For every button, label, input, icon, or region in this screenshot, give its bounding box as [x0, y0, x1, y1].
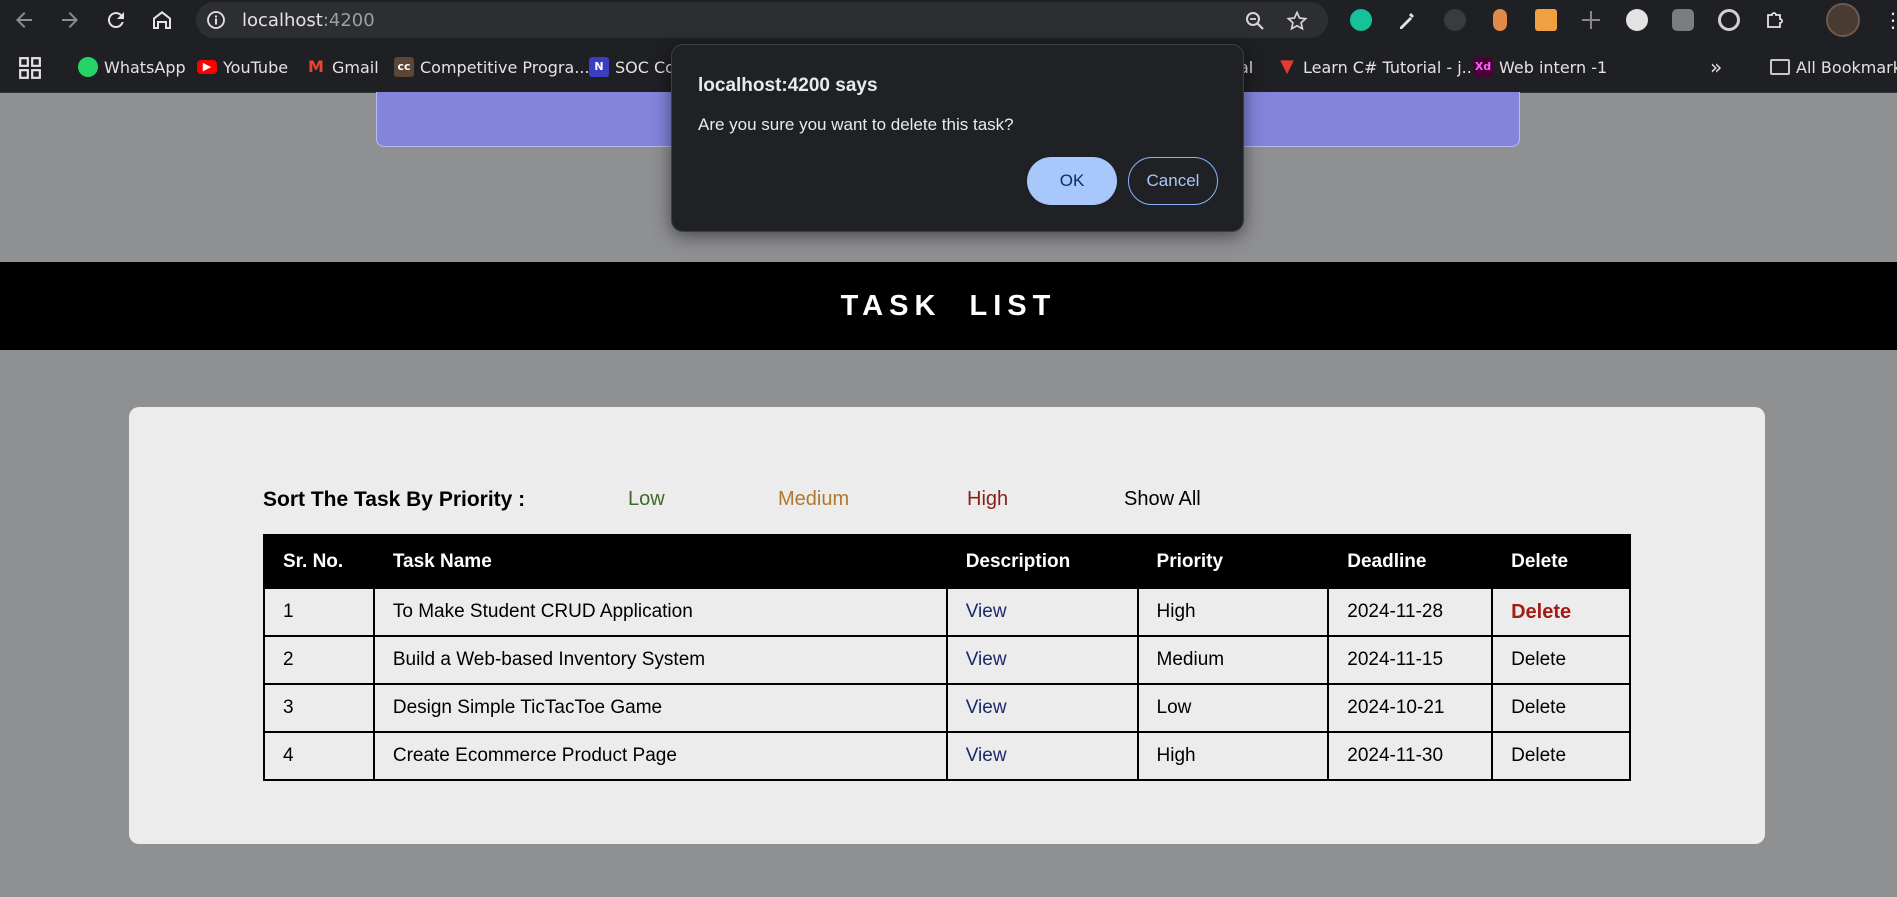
view-description-link[interactable]: View [966, 745, 1007, 766]
table-header-row: Sr. No. Task Name Description Priority D… [263, 534, 1631, 589]
cell-sr-no: 3 [263, 683, 375, 733]
extension-icon[interactable] [1626, 9, 1648, 31]
notion-icon: N [589, 57, 609, 77]
filter-show-all-button[interactable]: Show All [1124, 488, 1201, 511]
cell-priority: Medium [1136, 635, 1330, 685]
header-delete: Delete [1491, 534, 1631, 589]
bookmark-learn-csharp[interactable]: ▼ Learn C# Tutorial - j... [1277, 56, 1477, 78]
puzzle-icon[interactable] [1764, 9, 1786, 31]
site-info-icon[interactable] [206, 10, 226, 30]
bookmark-competitive-programming[interactable]: cc Competitive Progra... [394, 56, 590, 78]
cell-sr-no: 4 [263, 731, 375, 781]
menu-kebab-icon[interactable]: ⋮ [1883, 8, 1897, 32]
more-bookmarks-chevron-icon[interactable]: » [1710, 55, 1722, 79]
cell-priority: High [1136, 587, 1330, 637]
crosshair-icon[interactable] [1580, 9, 1602, 31]
cell-deadline: 2024-11-30 [1327, 731, 1494, 781]
cell-priority: High [1136, 731, 1330, 781]
filter-medium-button[interactable]: Medium [778, 488, 849, 511]
task-table: Sr. No. Task Name Description Priority D… [263, 534, 1631, 781]
apps-grid-icon[interactable] [18, 56, 41, 79]
header-description: Description [945, 534, 1139, 589]
cell-deadline: 2024-10-21 [1327, 683, 1494, 733]
cell-sr-no: 2 [263, 635, 375, 685]
cell-task-name: To Make Student CRUD Application [372, 587, 948, 637]
target-icon[interactable] [1718, 9, 1740, 31]
cell-task-name: Build a Web-based Inventory System [372, 635, 948, 685]
cell-deadline: 2024-11-15 [1327, 635, 1494, 685]
bookmark-soc[interactable]: N SOC Co [589, 56, 675, 78]
header-priority: Priority [1136, 534, 1330, 589]
grammarly-icon[interactable] [1350, 9, 1372, 31]
bookmark-web-intern[interactable]: Xd Web intern -1 [1473, 56, 1607, 78]
reload-icon[interactable] [104, 8, 128, 32]
view-description-link[interactable]: View [966, 649, 1007, 670]
cell-task-name: Create Ecommerce Product Page [372, 731, 948, 781]
sort-label: Sort The Task By Priority : [263, 488, 526, 511]
dialog-title: localhost:4200 says [698, 75, 878, 96]
view-description-link[interactable]: View [966, 697, 1007, 718]
browser-toolbar: localhost:4200 ⋮ [0, 0, 1897, 40]
folder-icon [1770, 59, 1790, 75]
gmail-icon: M [308, 57, 324, 76]
ok-button[interactable]: OK [1027, 157, 1117, 205]
profile-avatar[interactable] [1826, 3, 1860, 37]
table-row: 2 Build a Web-based Inventory System Vie… [263, 635, 1631, 685]
task-list-banner: TASK LIST [0, 262, 1897, 350]
filter-high-button[interactable]: High [967, 488, 1008, 511]
header-deadline: Deadline [1327, 534, 1494, 589]
youtube-icon: ▶ [197, 60, 217, 74]
bookmark-star-icon[interactable] [1286, 10, 1308, 32]
whatsapp-icon [78, 57, 98, 77]
dialog-message: Are you sure you want to delete this tas… [698, 115, 1014, 134]
bookmark-whatsapp[interactable]: WhatsApp [78, 56, 186, 78]
confirm-dialog: localhost:4200 says Are you sure you wan… [671, 44, 1244, 232]
page-title: TASK LIST [840, 290, 1057, 322]
header-sr-no: Sr. No. [263, 534, 375, 589]
cell-priority: Low [1136, 683, 1330, 733]
bookmark-all-bookmarks[interactable]: All Bookmarks [1770, 56, 1897, 78]
cell-task-name: Design Simple TicTacToe Game [372, 683, 948, 733]
address-bar[interactable]: localhost:4200 [196, 2, 1328, 38]
view-description-link[interactable]: View [966, 601, 1007, 622]
adobe-xd-icon: Xd [1473, 57, 1493, 77]
delete-task-button[interactable]: Delete [1511, 601, 1571, 623]
bookmark-gmail[interactable]: M Gmail [306, 56, 379, 78]
table-row: 1 To Make Student CRUD Application View … [263, 587, 1631, 637]
color-picker-icon[interactable] [1396, 9, 1418, 31]
back-arrow-icon[interactable] [12, 8, 36, 32]
cell-sr-no: 1 [263, 587, 375, 637]
extension-icon[interactable] [1444, 9, 1466, 31]
url-text: localhost:4200 [242, 10, 375, 31]
delete-task-button[interactable]: Delete [1511, 697, 1566, 718]
extension-icon[interactable] [1535, 9, 1557, 31]
delete-task-button[interactable]: Delete [1511, 745, 1566, 766]
table-row: 4 Create Ecommerce Product Page View Hig… [263, 731, 1631, 781]
table-row: 3 Design Simple TicTacToe Game View Low … [263, 683, 1631, 733]
delete-task-button[interactable]: Delete [1511, 649, 1566, 670]
home-icon[interactable] [150, 8, 174, 32]
filter-low-button[interactable]: Low [628, 488, 665, 511]
codechef-icon: cc [394, 57, 414, 77]
cell-deadline: 2024-11-28 [1327, 587, 1494, 637]
header-task-name: Task Name [372, 534, 948, 589]
bookmark-youtube[interactable]: ▶ YouTube [197, 56, 288, 78]
robot-icon[interactable] [1672, 9, 1694, 31]
zoom-icon[interactable] [1244, 10, 1266, 32]
cancel-button[interactable]: Cancel [1128, 157, 1218, 205]
extension-icon[interactable] [1493, 9, 1507, 31]
forward-arrow-icon[interactable] [58, 8, 82, 32]
tutorial-icon: ▼ [1280, 56, 1294, 77]
